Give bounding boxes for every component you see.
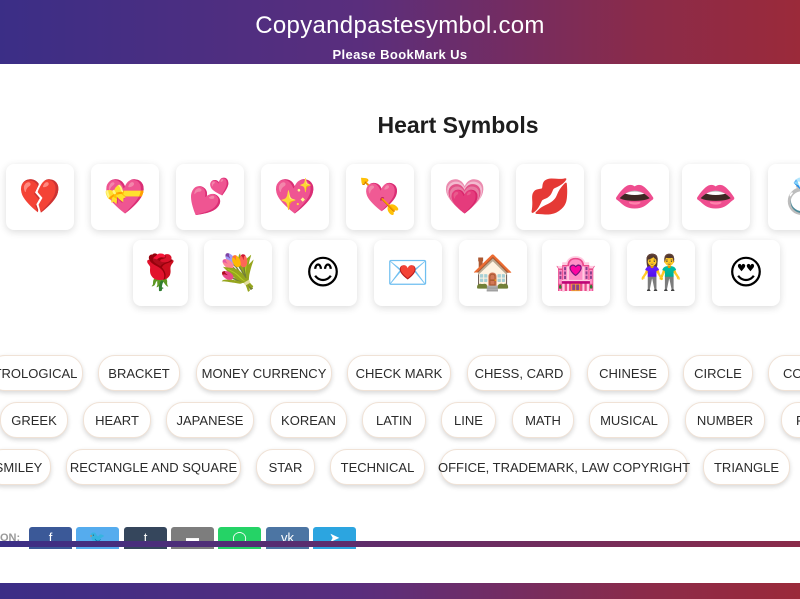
- category-math[interactable]: MATH: [512, 402, 574, 438]
- symbol-bouquet[interactable]: 💐: [204, 240, 272, 306]
- category-triangle[interactable]: TRIANGLE: [703, 449, 790, 485]
- category-circle[interactable]: CIRCLE: [683, 355, 753, 391]
- category-p[interactable]: P: [781, 402, 800, 438]
- category-bracket[interactable]: BRACKET: [98, 355, 180, 391]
- category-chinese[interactable]: CHINESE: [587, 355, 669, 391]
- category-rectangle-square[interactable]: RECTANGLE AND SQUARE: [66, 449, 241, 485]
- symbol-broken-heart[interactable]: 💔: [6, 164, 74, 230]
- category-korean[interactable]: KOREAN: [270, 402, 347, 438]
- symbol-blush-face[interactable]: 😊: [289, 240, 357, 306]
- symbol-kiss-mark[interactable]: 💋: [516, 164, 584, 230]
- category-line[interactable]: LINE: [441, 402, 496, 438]
- footer-bar: [0, 583, 800, 599]
- symbol-love-hotel[interactable]: 🏩: [542, 240, 610, 306]
- section-divider: [0, 541, 800, 547]
- category-latin[interactable]: LATIN: [362, 402, 426, 438]
- category-chess-card[interactable]: CHESS, CARD: [467, 355, 571, 391]
- symbol-growing-heart[interactable]: 💗: [431, 164, 499, 230]
- category-check-mark[interactable]: CHECK MARK: [347, 355, 451, 391]
- category-co[interactable]: CO: [768, 355, 800, 391]
- symbol-ring[interactable]: 💍: [768, 164, 800, 230]
- category-number[interactable]: NUMBER: [685, 402, 765, 438]
- category-musical[interactable]: MUSICAL: [589, 402, 669, 438]
- category-money-currency[interactable]: MONEY CURRENCY: [196, 355, 332, 391]
- symbol-two-hearts[interactable]: 💕: [176, 164, 244, 230]
- symbol-love-letter[interactable]: 💌: [374, 240, 442, 306]
- category-star[interactable]: STAR: [256, 449, 315, 485]
- symbol-heart-ribbon[interactable]: 💝: [91, 164, 159, 230]
- category-office-trademark[interactable]: OFFICE, TRADEMARK, LAW COPYRIGHT: [438, 449, 690, 485]
- category-smiley[interactable]: SMILEY: [0, 449, 51, 485]
- symbol-lips[interactable]: 👄: [601, 164, 669, 230]
- category-astrological[interactable]: TROLOGICAL: [0, 355, 83, 391]
- symbol-sparkling-heart[interactable]: 💖: [261, 164, 329, 230]
- category-greek[interactable]: GREEK: [0, 402, 68, 438]
- site-header: Copyandpastesymbol.com Please BookMark U…: [0, 0, 800, 64]
- symbol-couple[interactable]: 👫: [627, 240, 695, 306]
- bookmark-notice: Please BookMark Us: [332, 47, 468, 62]
- symbol-heart-eyes[interactable]: 😍: [712, 240, 780, 306]
- symbol-mouth[interactable]: 👄: [682, 164, 750, 230]
- symbol-rose[interactable]: 🌹: [133, 240, 188, 306]
- category-heart[interactable]: HEART: [83, 402, 151, 438]
- category-japanese[interactable]: JAPANESE: [166, 402, 254, 438]
- category-technical[interactable]: TECHNICAL: [330, 449, 425, 485]
- site-title[interactable]: Copyandpastesymbol.com: [0, 12, 800, 40]
- symbol-heart-arrow[interactable]: 💘: [346, 164, 414, 230]
- page-title: Heart Symbols: [377, 112, 539, 138]
- symbol-house[interactable]: 🏠: [459, 240, 527, 306]
